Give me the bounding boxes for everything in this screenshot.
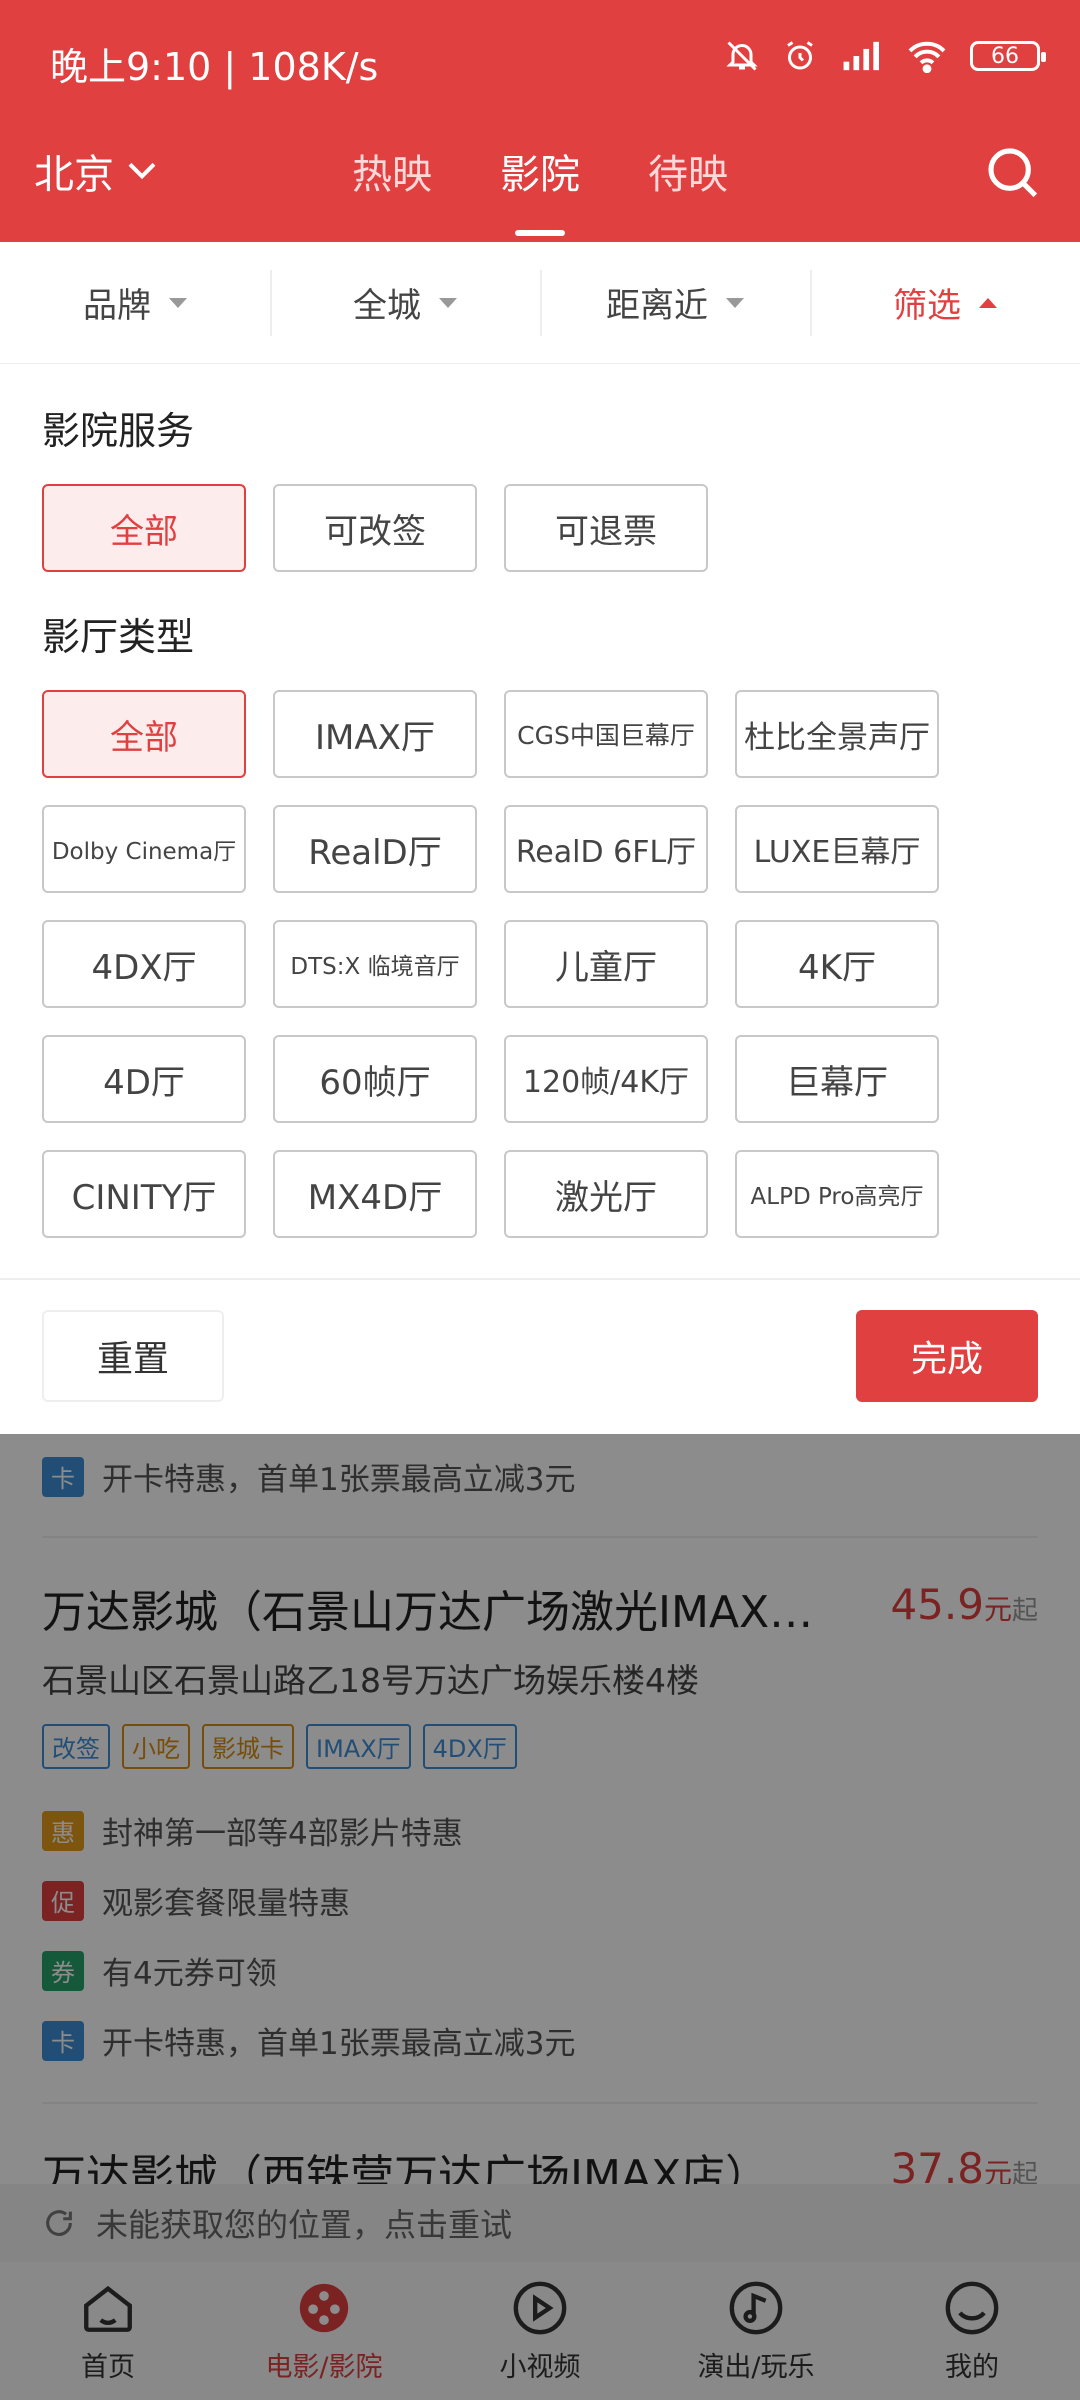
panel-divider bbox=[0, 1278, 1080, 1280]
wifi-icon bbox=[908, 41, 946, 73]
hall-chip[interactable]: 激光厅 bbox=[504, 1150, 708, 1238]
filter-more-label: 筛选 bbox=[893, 286, 961, 326]
hall-chip[interactable]: ALPD Pro高亮厅 bbox=[735, 1150, 939, 1238]
battery-icon: 66 bbox=[970, 41, 1046, 71]
tab-cinema[interactable]: 影院 bbox=[500, 142, 580, 200]
hall-chip[interactable]: IMAX厅 bbox=[273, 690, 477, 778]
mute-bell-icon bbox=[726, 41, 758, 71]
search-button[interactable] bbox=[984, 144, 1040, 204]
caret-down-icon bbox=[726, 297, 744, 308]
filter-distance-label: 距离近 bbox=[606, 286, 708, 326]
hall-chip[interactable]: 全部 bbox=[42, 690, 246, 778]
done-button[interactable]: 完成 bbox=[856, 1310, 1038, 1402]
filter-brand[interactable]: 品牌 bbox=[0, 242, 270, 363]
signal-icon bbox=[843, 41, 879, 71]
hall-chip[interactable]: 4DX厅 bbox=[42, 920, 246, 1008]
filter-more[interactable]: 筛选 bbox=[810, 242, 1080, 363]
top-tabs: 热映 影院 待映 bbox=[0, 142, 1080, 200]
hall-type-title: 影厅类型 bbox=[42, 615, 195, 659]
service-chip-all[interactable]: 全部 bbox=[42, 484, 246, 572]
caret-up-icon bbox=[979, 297, 997, 308]
status-time-speed: 晚上9:10 | 108K/s bbox=[50, 45, 379, 89]
caret-down-icon bbox=[169, 297, 187, 308]
nav-row: 北京 热映 影院 待映 bbox=[0, 132, 1080, 242]
service-chip-refund[interactable]: 可退票 bbox=[504, 484, 708, 572]
status-bar: 晚上9:10 | 108K/s 66 bbox=[0, 0, 1080, 122]
hall-chip[interactable]: MX4D厅 bbox=[273, 1150, 477, 1238]
dim-overlay[interactable] bbox=[0, 1434, 1080, 2400]
hall-chip[interactable]: 儿童厅 bbox=[504, 920, 708, 1008]
hall-chip[interactable]: RealD厅 bbox=[273, 805, 477, 893]
service-chip-rebook[interactable]: 可改签 bbox=[273, 484, 477, 572]
app-header: 晚上9:10 | 108K/s 66 北京 热映 影院 待映 bbox=[0, 0, 1080, 242]
status-icons: 66 bbox=[724, 38, 1046, 74]
tab-upcoming[interactable]: 待映 bbox=[648, 142, 728, 200]
hall-chip[interactable]: 巨幕厅 bbox=[735, 1035, 939, 1123]
filter-area-label: 全城 bbox=[353, 286, 421, 326]
hall-chip[interactable]: 4K厅 bbox=[735, 920, 939, 1008]
hall-chip[interactable]: CINITY厅 bbox=[42, 1150, 246, 1238]
hall-chip[interactable]: CGS中国巨幕厅 bbox=[504, 690, 708, 778]
filter-brand-label: 品牌 bbox=[83, 286, 151, 326]
reset-button[interactable]: 重置 bbox=[42, 1310, 224, 1402]
hall-chip[interactable]: 4D厅 bbox=[42, 1035, 246, 1123]
battery-level: 66 bbox=[991, 43, 1019, 69]
hall-chip[interactable]: 120帧/4K厅 bbox=[504, 1035, 708, 1123]
filter-distance[interactable]: 距离近 bbox=[540, 242, 810, 363]
hall-chip[interactable]: Dolby Cinema厅 bbox=[42, 805, 246, 893]
filter-bar: 品牌 全城 距离近 筛选 bbox=[0, 242, 1080, 364]
tab-hot[interactable]: 热映 bbox=[352, 142, 432, 200]
hall-chip[interactable]: DTS:X 临境音厅 bbox=[273, 920, 477, 1008]
hall-chip[interactable]: 60帧厅 bbox=[273, 1035, 477, 1123]
services-title: 影院服务 bbox=[42, 409, 195, 453]
hall-chip[interactable]: 杜比全景声厅 bbox=[735, 690, 939, 778]
filter-area[interactable]: 全城 bbox=[270, 242, 540, 363]
filter-panel: 影院服务 全部 可改签 可退票 影厅类型 全部 IMAX厅 CGS中国巨幕厅 杜… bbox=[0, 364, 1080, 1434]
hall-chip[interactable]: LUXE巨幕厅 bbox=[735, 805, 939, 893]
hall-chip[interactable]: RealD 6FL厅 bbox=[504, 805, 708, 893]
search-icon bbox=[988, 148, 1038, 198]
alarm-icon bbox=[787, 41, 813, 70]
caret-down-icon bbox=[439, 297, 457, 308]
